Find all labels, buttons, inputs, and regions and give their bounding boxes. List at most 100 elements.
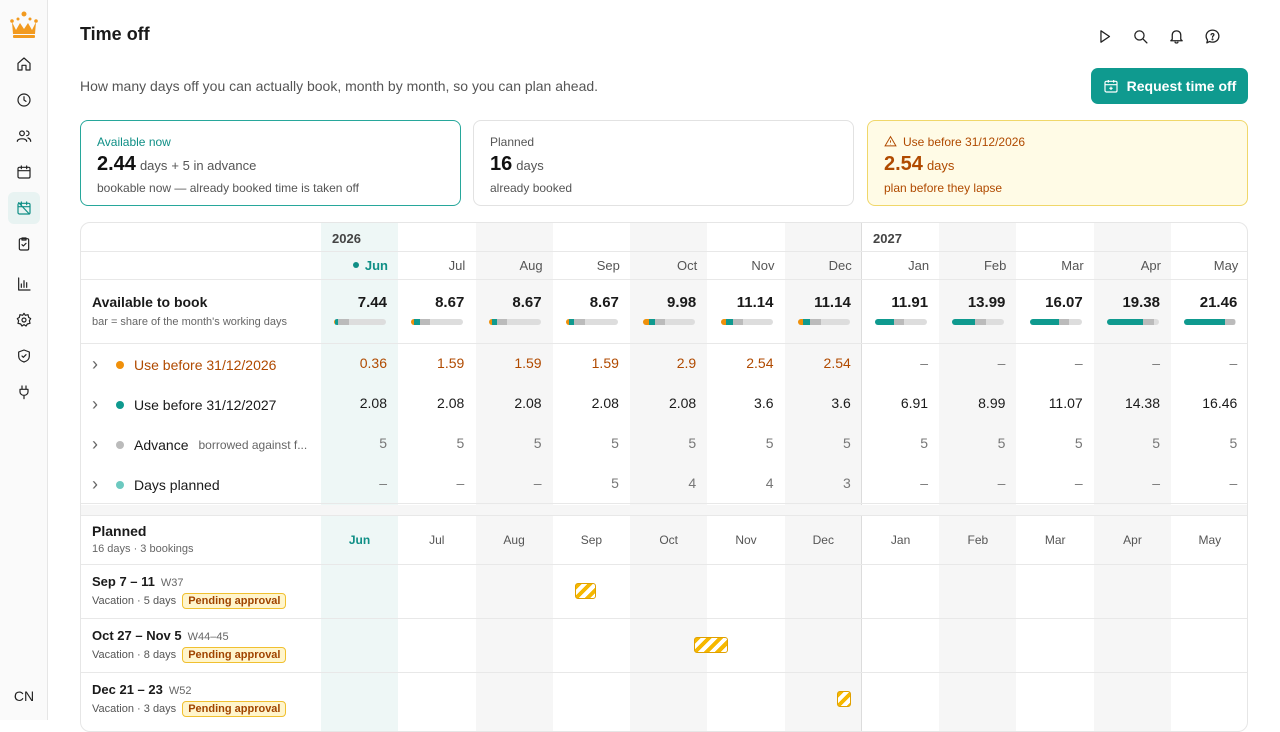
divider (81, 251, 1247, 252)
availability-bar (411, 319, 464, 325)
bar-segment-teal (1107, 319, 1144, 325)
breakdown-cell: 2.54 (746, 355, 774, 371)
page-subtitle: How many days off you can actually book,… (80, 78, 599, 94)
available-value: 7.44 (357, 294, 387, 311)
month-header: Aug (476, 258, 553, 273)
bar-segment-gray (338, 319, 349, 325)
planned-month-header: Apr (1123, 533, 1142, 547)
card-label: Planned (490, 134, 535, 149)
booking-block[interactable] (837, 691, 852, 707)
breakdown-cell: 5 (611, 435, 619, 451)
request-time-off-label: Request time off (1126, 78, 1237, 94)
breakdown-cell: 2.08 (437, 395, 465, 411)
card-value: 16 (490, 153, 513, 175)
month-header: Oct (630, 258, 707, 273)
available-value: 11.91 (891, 294, 929, 311)
bell-icon[interactable] (1166, 26, 1186, 46)
help-icon[interactable] (1202, 26, 1222, 46)
planned-title: Planned (92, 523, 147, 539)
card-unit: days (139, 158, 168, 173)
availability-bar (565, 319, 618, 325)
availability-bar (875, 319, 928, 325)
breakdown-cell: – (1229, 355, 1238, 371)
breakdown-cell: 6.91 (900, 395, 929, 411)
divider (81, 343, 1247, 344)
available-to-book-title: Available to book (92, 294, 208, 310)
breakdown-cell: – (920, 475, 929, 491)
avatar[interactable]: CN (6, 680, 42, 712)
planned-month-header: May (1198, 533, 1222, 547)
breakdown-cell: 5 (1074, 435, 1083, 451)
breakdown-cell: 0.36 (359, 355, 387, 371)
legend-dot (116, 440, 124, 449)
breakdown-row-label[interactable]: › Advance borrowed against f... (92, 434, 307, 455)
month-header: Jan (862, 258, 939, 273)
chart-icon[interactable] (8, 268, 40, 300)
breakdown-cell: – (456, 475, 465, 491)
breakdown-row-label[interactable]: › Use before 31/12/2026 (92, 354, 276, 375)
month-header: Dec (785, 258, 862, 273)
planned-month-header: Jan (890, 533, 911, 547)
chevron-right-icon[interactable]: › (92, 434, 104, 455)
row-title: Use before 31/12/2027 (134, 396, 277, 413)
current-month-dot (352, 262, 359, 268)
bar-segment-gray (496, 319, 508, 325)
booking-dates[interactable]: Oct 27 – Nov 5 W44–45 (92, 628, 229, 643)
card-available-now: Available now 2.44 days + 5 in advance boo… (80, 120, 461, 206)
breakdown-row-label[interactable]: › Days planned (92, 474, 220, 495)
chevron-right-icon[interactable]: › (92, 354, 104, 375)
home-icon[interactable] (8, 48, 40, 80)
available-value: 13.99 (967, 294, 1006, 311)
available-value: 16.07 (1045, 294, 1083, 311)
planned-month-header: Jun (348, 533, 371, 547)
clipboard-check-icon[interactable] (8, 228, 40, 260)
chevron-right-icon[interactable]: › (92, 394, 104, 415)
crown-logo-icon[interactable] (8, 10, 40, 40)
play-icon[interactable] (1094, 26, 1114, 46)
breakdown-row-label[interactable]: › Use before 31/12/2027 (92, 394, 276, 415)
month-label: Jul (448, 258, 466, 273)
booking-block[interactable] (574, 583, 597, 599)
calendar-icon[interactable] (8, 156, 40, 188)
available-value: 19.38 (1122, 294, 1160, 311)
sidebar: CN (0, 0, 48, 720)
breakdown-cell: 3.6 (831, 395, 851, 411)
booking-date-range: Oct 27 – Nov 5 (92, 628, 182, 643)
month-header: Nov (708, 258, 785, 273)
breakdown-cell: 2.08 (591, 395, 619, 411)
bar-segment-teal (952, 319, 976, 325)
breakdown-cell: 16.46 (1202, 395, 1238, 411)
breakdown-cell: – (1152, 355, 1160, 371)
divider (81, 503, 1247, 504)
search-icon[interactable] (1130, 26, 1150, 46)
clock-icon[interactable] (8, 84, 40, 116)
chevron-right-icon[interactable]: › (92, 474, 104, 495)
breakdown-cell: 3 (843, 475, 851, 491)
request-time-off-button[interactable]: Request time off (1091, 68, 1248, 104)
bar-segment-gray (419, 319, 430, 325)
booking-type: Vacation · 3 days (92, 703, 177, 715)
divider (81, 618, 1247, 619)
planned-month-header: Dec (812, 533, 834, 547)
plug-icon[interactable] (8, 376, 40, 408)
breakdown-cell: 5 (1152, 435, 1160, 451)
card-use-before: Use before 31/12/2026 2.54 days plan befo… (867, 120, 1248, 206)
status-badge: Pending approval (182, 593, 287, 609)
bar-segment-gray (1143, 319, 1154, 325)
bar-segment-teal (1029, 319, 1059, 325)
booking-dates[interactable]: Sep 7 – 11 W37 (92, 574, 184, 589)
shield-check-icon[interactable] (8, 340, 40, 372)
booking-block[interactable] (693, 637, 729, 653)
calendar-off-icon[interactable] (8, 192, 40, 224)
availability-bar (1107, 319, 1159, 325)
divider (81, 515, 1247, 516)
availability-bar (1184, 319, 1237, 325)
users-icon[interactable] (8, 120, 40, 152)
breakdown-cell: 11.07 (1048, 395, 1083, 411)
booking-dates[interactable]: Dec 21 – 23 W52 (92, 682, 191, 697)
breakdown-cell: 3.6 (754, 395, 774, 411)
booking-detail: Vacation · 3 days Pending approval (92, 701, 287, 717)
gear-icon[interactable] (8, 304, 40, 336)
time-off-table: 2026 2027 Available to book bar = share … (80, 222, 1248, 732)
breakdown-cell: 1.59 (591, 355, 619, 371)
